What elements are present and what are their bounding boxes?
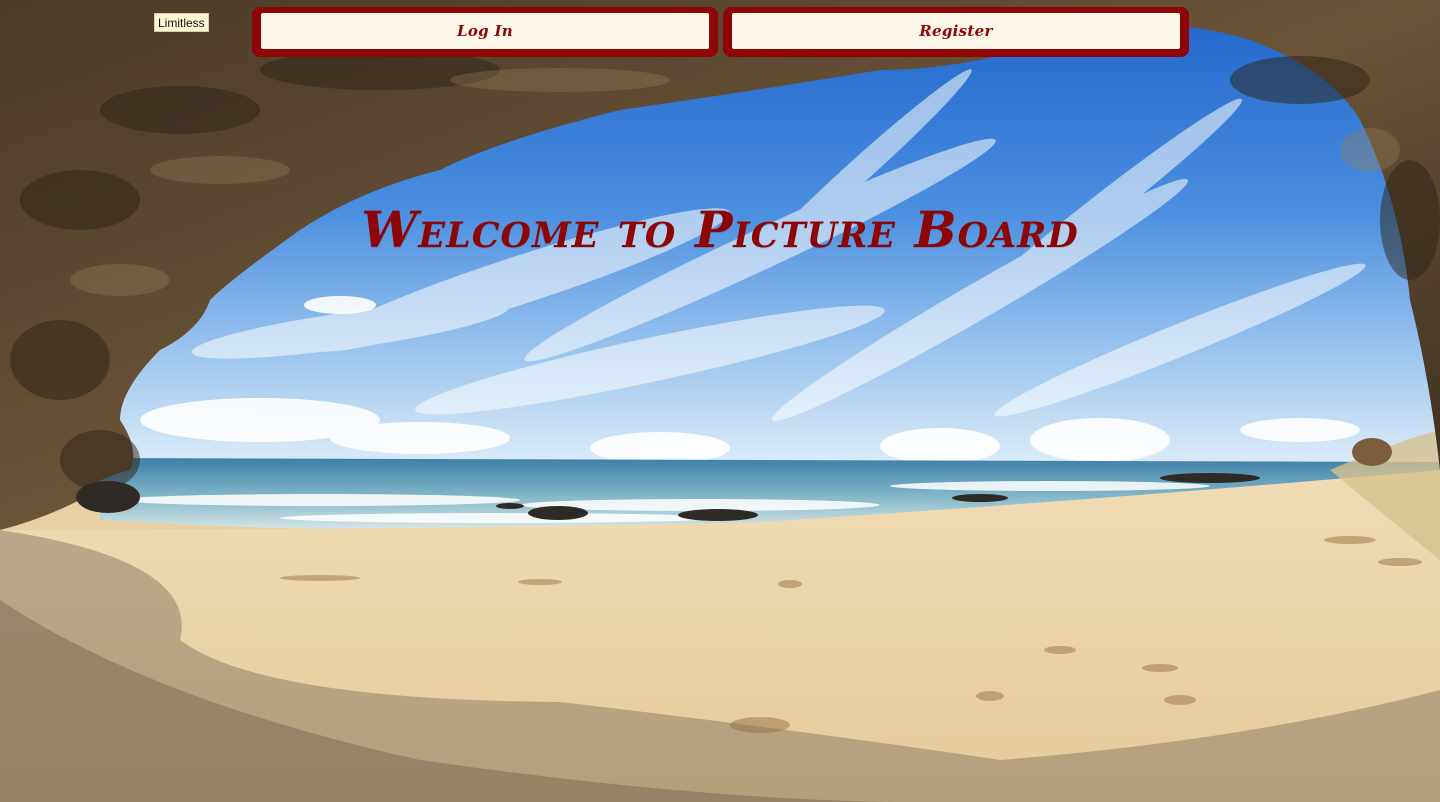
brand-label: Limitless bbox=[158, 16, 205, 30]
login-button[interactable]: Log In bbox=[252, 7, 718, 57]
login-button-label: Log In bbox=[261, 13, 709, 49]
register-button[interactable]: Register bbox=[723, 7, 1189, 57]
background-photo bbox=[0, 0, 1440, 802]
brand-logo[interactable]: Limitless bbox=[154, 13, 209, 32]
page-title: Welcome to Picture Board bbox=[361, 199, 1079, 259]
register-button-label: Register bbox=[732, 13, 1180, 49]
top-nav: Log In Register bbox=[252, 7, 1189, 57]
